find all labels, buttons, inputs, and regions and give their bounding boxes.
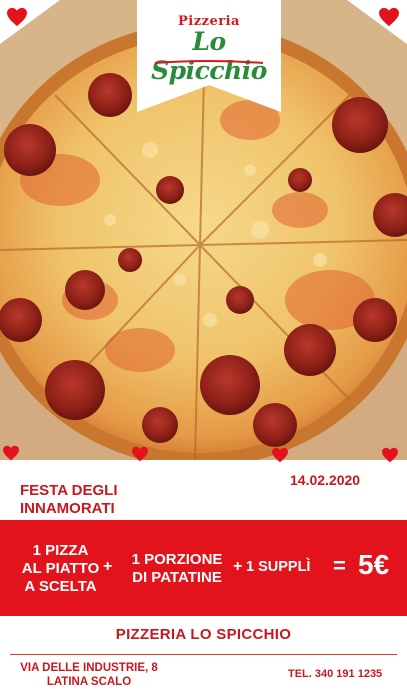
offer-price: 5€ (358, 549, 390, 580)
event-title: FESTA DEGLI INNAMORATI (20, 482, 160, 518)
event-title-line2: INNAMORATI (20, 500, 115, 517)
heart-icon (3, 445, 19, 461)
offer-item-fries: 1 PORZIONE DI PATATINE (121, 551, 233, 587)
heart-icon (272, 447, 288, 463)
address: VIA DELLE INDUSTRIE, 8 LATINA SCALO (14, 661, 164, 689)
logo-lo-spicchio-text: Lo Spicchio (151, 27, 267, 85)
event-title-line1: FESTA DEGLI (20, 482, 118, 499)
offer-item-pizza-line1: 1 PIZZA (32, 542, 89, 559)
address-line1: VIA DELLE INDUSTRIE, 8 (20, 662, 158, 674)
offer-item-fries-line2: DI PATATINE (132, 569, 222, 586)
address-line2: LATINA SCALO (46, 676, 132, 688)
offer-item-suppli: 1 SUPPLÌ (246, 559, 311, 575)
offer-band: 1 PIZZA AL PIATTO A SCELTA + 1 PORZIONE … (0, 520, 407, 616)
heart-icon (379, 7, 399, 27)
plus-sign: + (233, 558, 243, 575)
pizzeria-name: PIZZERIA LO SPICCHIO (115, 626, 292, 643)
offer-item-pizza: 1 PIZZA AL PIATTO A SCELTA (18, 542, 103, 596)
plus-sign: + (103, 558, 113, 575)
heart-icon (132, 446, 148, 462)
logo-swoosh (154, 60, 264, 64)
offer-item-fries-line1: 1 PORZIONE (131, 551, 223, 568)
event-date: 14.02.2020 (290, 472, 361, 488)
phone-number: TEL. 340 191 1235 (288, 668, 383, 680)
offer-item-pizza-line2: AL PIATTO (21, 560, 100, 577)
heart-icon (382, 447, 398, 463)
footer-divider (10, 654, 397, 655)
offer-item-pizza-line3: A SCELTA (24, 578, 97, 595)
equals-sign: = (333, 553, 346, 578)
heart-icon (7, 7, 27, 27)
